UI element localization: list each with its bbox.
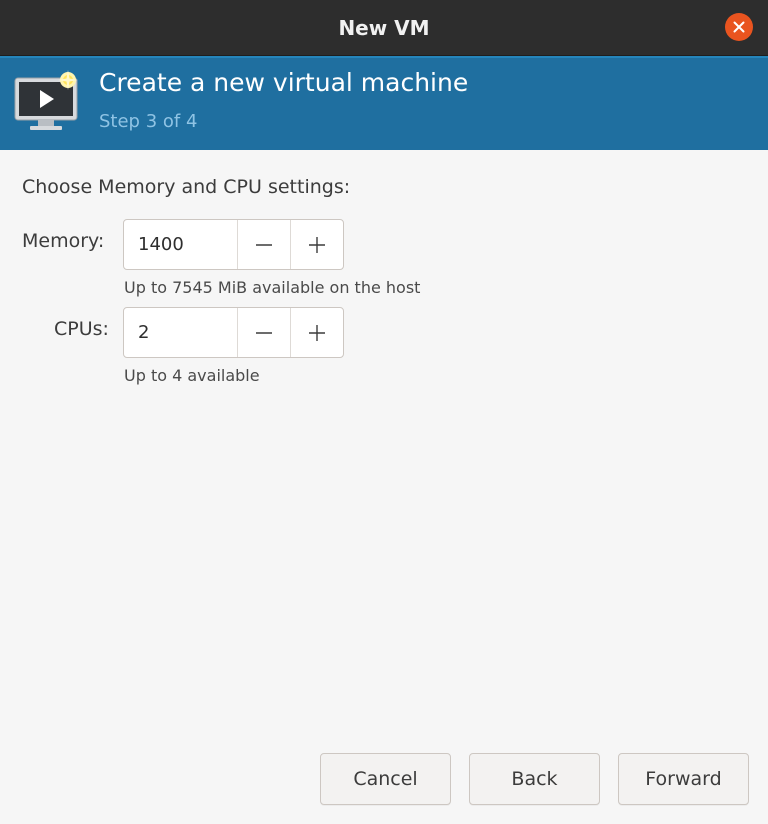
close-button[interactable] [725,13,753,41]
cpus-label: CPUs: [54,318,109,340]
back-button[interactable]: Back [469,753,600,805]
title-bar[interactable]: New VM [0,0,768,56]
cpus-input[interactable] [124,308,237,357]
window-title: New VM [338,16,430,40]
memory-increment-button[interactable] [290,220,343,269]
cpus-decrement-button[interactable] [237,308,290,357]
minus-icon [256,331,272,334]
cpus-increment-button[interactable] [290,308,343,357]
memory-spinner[interactable] [123,219,344,270]
cpus-spinner[interactable] [123,307,344,358]
cpus-hint: Up to 4 available [124,366,260,385]
vm-monitor-icon [12,70,84,136]
cancel-button[interactable]: Cancel [320,753,451,805]
memory-decrement-button[interactable] [237,220,290,269]
memory-hint: Up to 7545 MiB available on the host [124,278,421,297]
memory-input[interactable] [124,220,237,269]
plus-icon [309,236,325,253]
wizard-title: Create a new virtual machine [99,68,469,97]
settings-heading: Choose Memory and CPU settings: [22,176,351,198]
memory-label: Memory: [22,230,105,252]
close-icon [733,21,745,33]
wizard-step: Step 3 of 4 [99,111,198,132]
wizard-header: Create a new virtual machine Step 3 of 4 [0,56,768,150]
forward-button[interactable]: Forward [618,753,749,805]
minus-icon [256,243,272,246]
plus-icon [309,324,325,341]
new-vm-window: New VM Create a new virtual machine Step… [0,0,768,824]
